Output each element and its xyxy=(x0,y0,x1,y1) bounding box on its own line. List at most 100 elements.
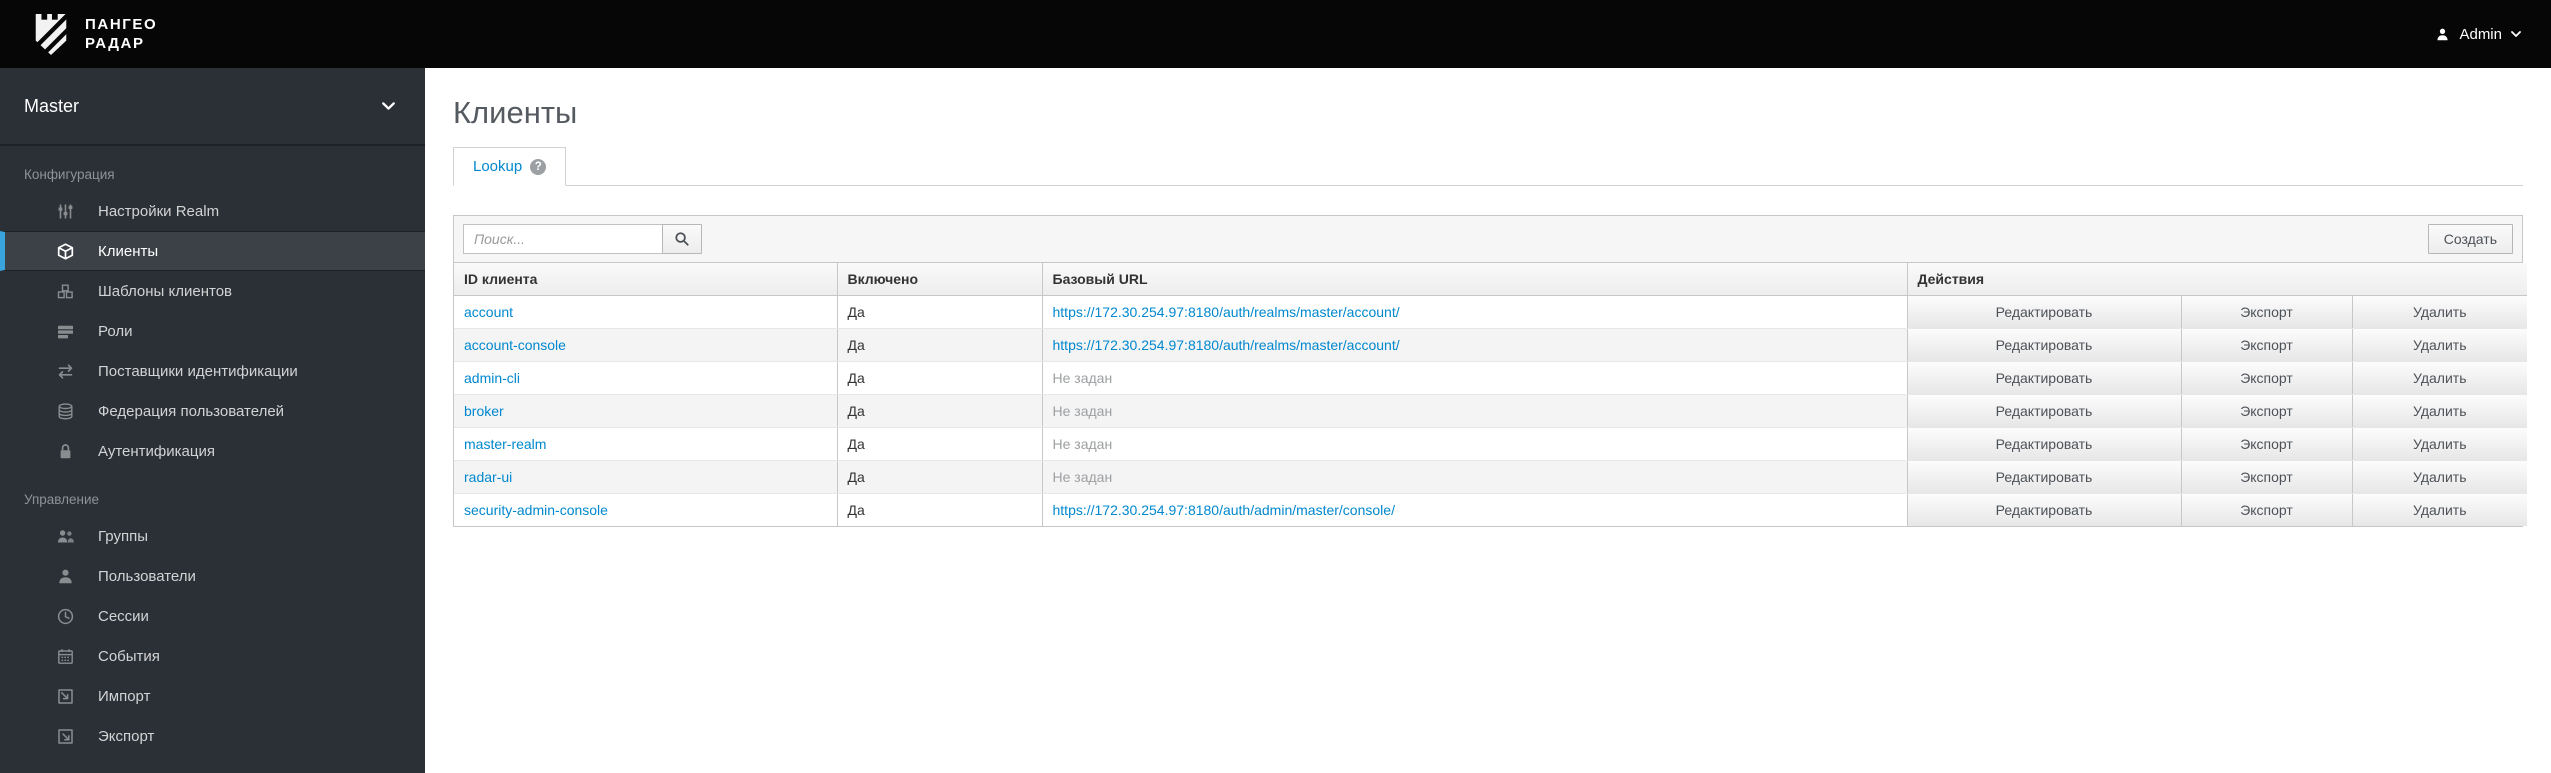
client-enabled-value: Да xyxy=(836,427,1042,461)
sidebar-item-user[interactable]: Пользователи xyxy=(0,556,425,596)
sidebar-item-cube[interactable]: Клиенты xyxy=(0,231,425,271)
table-header-row: ID клиента Включено Базовый URL Действия xyxy=(454,263,2528,296)
sidebar-item-roles[interactable]: Роли xyxy=(0,311,425,351)
delete-button[interactable]: Удалить xyxy=(2353,428,2528,460)
sidebar-item-label: Аутентификация xyxy=(98,442,215,460)
client-id-link[interactable]: master-realm xyxy=(464,436,546,452)
edit-button[interactable]: Редактировать xyxy=(1908,428,2181,460)
client-base-url-link[interactable]: https://172.30.254.97:8180/auth/realms/m… xyxy=(1053,337,1400,353)
delete-button[interactable]: Удалить xyxy=(2353,395,2528,427)
client-enabled-value: Да xyxy=(836,493,1042,526)
client-base-url-link[interactable]: https://172.30.254.97:8180/auth/admin/ma… xyxy=(1053,502,1395,518)
search-icon xyxy=(674,231,690,247)
cube-icon xyxy=(55,243,75,260)
export-button[interactable]: Экспорт xyxy=(2182,428,2352,460)
sidebar-item-export[interactable]: Экспорт xyxy=(0,716,425,756)
sidebar-section: Управление Группы Пользователи Сессии Со… xyxy=(0,471,425,756)
sidebar-item-label: Импорт xyxy=(98,687,151,705)
chevron-down-icon xyxy=(2511,31,2521,37)
sidebar-item-label: События xyxy=(98,647,160,665)
sidebar-item-label: Сессии xyxy=(98,607,149,625)
edit-button[interactable]: Редактировать xyxy=(1908,494,2181,526)
delete-button[interactable]: Удалить xyxy=(2353,494,2528,526)
brand-logo: ПАНГЕО РАДАР xyxy=(30,11,157,57)
sidebar-item-label: Поставщики идентификации xyxy=(98,362,298,380)
sidebar-item-database[interactable]: Федерация пользователей xyxy=(0,391,425,431)
user-icon xyxy=(55,568,75,585)
delete-button[interactable]: Удалить xyxy=(2353,296,2528,328)
export-button[interactable]: Экспорт xyxy=(2182,296,2352,328)
tab-lookup[interactable]: Lookup ? xyxy=(453,147,567,186)
table-row: radar-ui Да Не задан Редактировать Экспо… xyxy=(454,460,2528,494)
edit-button[interactable]: Редактировать xyxy=(1908,395,2181,427)
sidebar-item-label: Группы xyxy=(98,527,148,545)
export-icon xyxy=(55,728,75,745)
export-button[interactable]: Экспорт xyxy=(2182,494,2352,526)
column-header-actions: Действия xyxy=(1906,263,2528,296)
sidebar-item-label: Шаблоны клиентов xyxy=(98,282,233,300)
client-base-url-empty: Не задан xyxy=(1052,469,1113,485)
import-icon xyxy=(55,688,75,705)
sidebar-item-calendar[interactable]: События xyxy=(0,636,425,676)
delete-button[interactable]: Удалить xyxy=(2353,362,2528,394)
sidebar-item-exchange[interactable]: Поставщики идентификации xyxy=(0,351,425,391)
search-input[interactable] xyxy=(463,224,663,254)
edit-button[interactable]: Редактировать xyxy=(1908,461,2181,493)
client-enabled-value: Да xyxy=(836,328,1042,362)
sidebar-section-label: Конфигурация xyxy=(24,167,115,182)
sidebar-section: Конфигурация Настройки Realm Клиенты Шаб… xyxy=(0,146,425,471)
create-button[interactable]: Создать xyxy=(2427,224,2513,254)
client-enabled-value: Да xyxy=(836,295,1042,329)
sidebar-item-label: Федерация пользователей xyxy=(98,402,285,420)
search-button[interactable] xyxy=(662,224,702,254)
client-id-link[interactable]: account-console xyxy=(464,337,566,353)
client-base-url-link[interactable]: https://172.30.254.97:8180/auth/realms/m… xyxy=(1053,304,1400,320)
clients-table: ID клиента Включено Базовый URL Действия… xyxy=(454,263,2528,526)
sidebar-item-cubes[interactable]: Шаблоны клиентов xyxy=(0,271,425,311)
client-base-url-empty: Не задан xyxy=(1052,370,1113,386)
realm-selector[interactable]: Master xyxy=(0,68,425,146)
table-row: broker Да Не задан Редактировать Экспорт… xyxy=(454,394,2528,428)
delete-button[interactable]: Удалить xyxy=(2353,329,2528,361)
export-button[interactable]: Экспорт xyxy=(2182,362,2352,394)
topbar: ПАНГЕО РАДАР Admin xyxy=(0,0,2551,68)
table-row: account-console Да https://172.30.254.97… xyxy=(454,328,2528,362)
help-icon[interactable]: ? xyxy=(530,158,547,175)
column-header-client-id: ID клиента xyxy=(454,263,837,296)
groups-icon xyxy=(55,528,75,545)
sidebar-item-clock[interactable]: Сессии xyxy=(0,596,425,636)
client-id-link[interactable]: account xyxy=(464,304,513,320)
sidebar-section-label: Управление xyxy=(24,492,100,507)
sidebar-item-import[interactable]: Импорт xyxy=(0,676,425,716)
delete-button[interactable]: Удалить xyxy=(2353,461,2528,493)
sidebar-item-label: Пользователи xyxy=(98,567,196,585)
client-id-link[interactable]: broker xyxy=(464,403,504,419)
realm-name: Master xyxy=(24,95,80,116)
sidebar-item-groups[interactable]: Группы xyxy=(0,516,425,556)
export-button[interactable]: Экспорт xyxy=(2182,461,2352,493)
cubes-icon xyxy=(55,283,75,300)
sidebar-item-label: Клиенты xyxy=(98,242,159,260)
table-row: account Да https://172.30.254.97:8180/au… xyxy=(454,295,2528,329)
export-button[interactable]: Экспорт xyxy=(2182,329,2352,361)
page-title: Клиенты xyxy=(453,95,578,130)
client-base-url-empty: Не задан xyxy=(1052,403,1113,419)
user-menu-label: Admin xyxy=(2459,25,2502,43)
sidebar: Master Конфигурация Настройки Realm Клие… xyxy=(0,68,425,773)
edit-button[interactable]: Редактировать xyxy=(1908,296,2181,328)
clients-table-container: Создать ID клиента Включено Базовый URL … xyxy=(453,215,2528,527)
client-id-link[interactable]: security-admin-console xyxy=(464,502,608,518)
sidebar-item-sliders[interactable]: Настройки Realm xyxy=(0,191,425,231)
sidebar-item-lock[interactable]: Аутентификация xyxy=(0,431,425,471)
client-id-link[interactable]: radar-ui xyxy=(464,469,512,485)
user-menu[interactable]: Admin xyxy=(2435,26,2521,43)
sidebar-item-label: Роли xyxy=(98,322,133,340)
client-enabled-value: Да xyxy=(836,460,1042,494)
table-toolbar: Создать xyxy=(454,216,2522,263)
export-button[interactable]: Экспорт xyxy=(2182,395,2352,427)
user-avatar-icon xyxy=(2435,27,2450,42)
client-id-link[interactable]: admin-cli xyxy=(464,370,520,386)
edit-button[interactable]: Редактировать xyxy=(1908,329,2181,361)
edit-button[interactable]: Редактировать xyxy=(1908,362,2181,394)
column-header-base-url: Базовый URL xyxy=(1041,263,1907,296)
